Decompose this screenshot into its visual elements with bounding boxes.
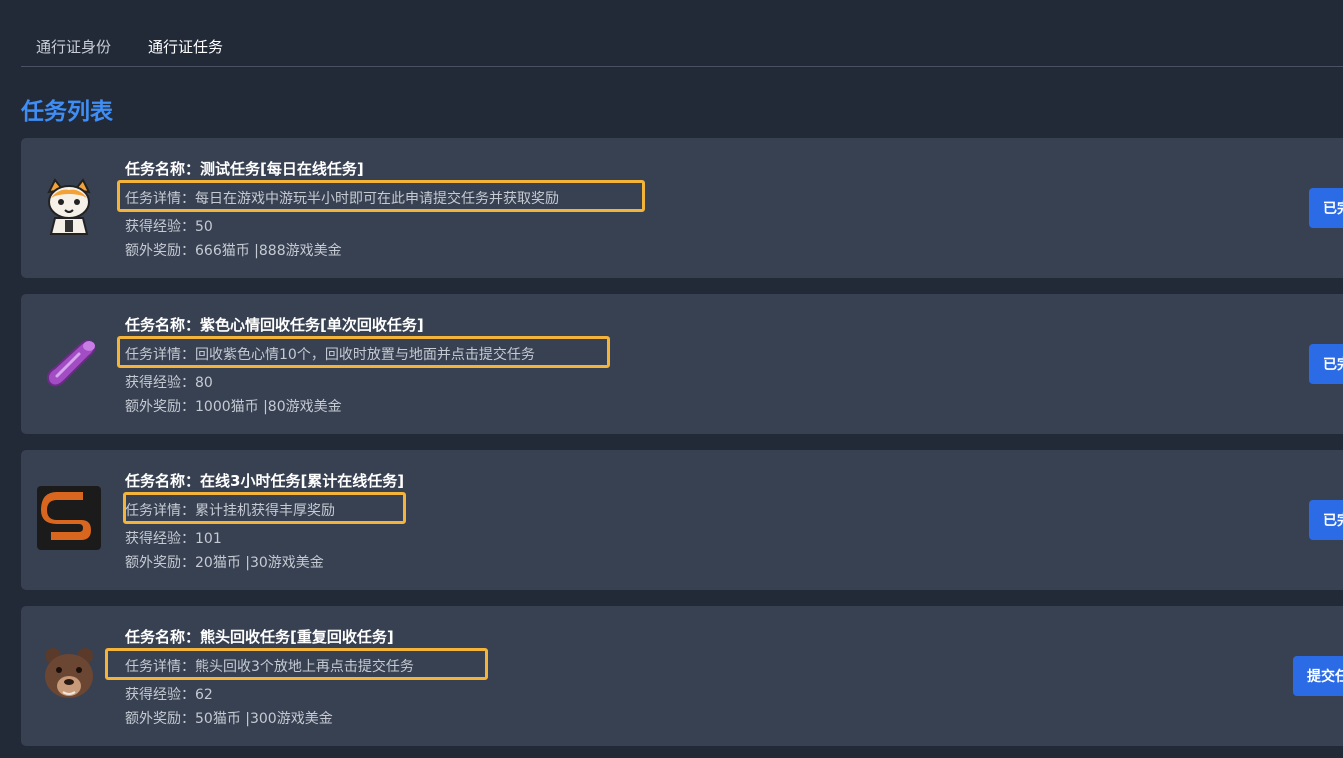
task-reward: 额外奖励：50猫币 |300游戏美金 — [125, 711, 333, 727]
tab-pass-identity[interactable]: 通行证身份 — [36, 36, 111, 57]
task-card: 任务名称：在线3小时任务[累计在线任务] 任务详情：累计挂机获得丰厚奖励 获得经… — [21, 450, 1343, 590]
task-action-button[interactable]: 已完成 — [1309, 344, 1343, 384]
task-card: 任务名称：熊头回收任务[重复回收任务] 任务详情：熊头回收3个放地上再点击提交任… — [21, 606, 1343, 746]
task-exp: 获得经验：101 — [125, 531, 222, 547]
tab-bar: 通行证身份 通行证任务 — [21, 0, 1343, 67]
task-card: 任务名称：紫色心情回收任务[单次回收任务] 任务详情：回收紫色心情10个，回收时… — [21, 294, 1343, 434]
task-name: 任务名称：测试任务[每日在线任务] — [125, 160, 364, 178]
task-action-button[interactable]: 提交任务 — [1293, 656, 1343, 696]
task-exp: 获得经验：62 — [125, 687, 213, 703]
section-title: 任务列表 — [21, 99, 113, 125]
task-name: 任务名称：紫色心情回收任务[单次回收任务] — [125, 316, 424, 334]
task-detail: 任务详情：每日在游戏中游玩半小时即可在此申请提交任务并获取奖励 — [125, 191, 559, 207]
task-card: 任务名称：测试任务[每日在线任务] 任务详情：每日在游戏中游玩半小时即可在此申请… — [21, 138, 1343, 278]
task-reward: 额外奖励：1000猫币 |80游戏美金 — [125, 399, 342, 415]
task-action-button[interactable]: 已完成 — [1309, 188, 1343, 228]
task-exp: 获得经验：80 — [125, 375, 213, 391]
task-detail: 任务详情：熊头回收3个放地上再点击提交任务 — [125, 659, 414, 675]
s-logo-icon — [37, 486, 101, 550]
task-exp: 获得经验：50 — [125, 219, 213, 235]
task-action-button[interactable]: 已完成 — [1309, 500, 1343, 540]
task-detail: 任务详情：回收紫色心情10个，回收时放置与地面并点击提交任务 — [125, 347, 535, 363]
task-name: 任务名称：在线3小时任务[累计在线任务] — [125, 472, 405, 490]
tab-pass-tasks[interactable]: 通行证任务 — [148, 36, 223, 57]
task-name: 任务名称：熊头回收任务[重复回收任务] — [125, 628, 394, 646]
bear-head-icon — [45, 648, 93, 698]
cartoon-cat-icon — [47, 178, 91, 235]
task-reward: 额外奖励：20猫币 |30游戏美金 — [125, 555, 324, 571]
task-detail: 任务详情：累计挂机获得丰厚奖励 — [125, 503, 335, 519]
purple-item-icon — [46, 340, 96, 387]
task-reward: 额外奖励：666猫币 |888游戏美金 — [125, 243, 342, 259]
